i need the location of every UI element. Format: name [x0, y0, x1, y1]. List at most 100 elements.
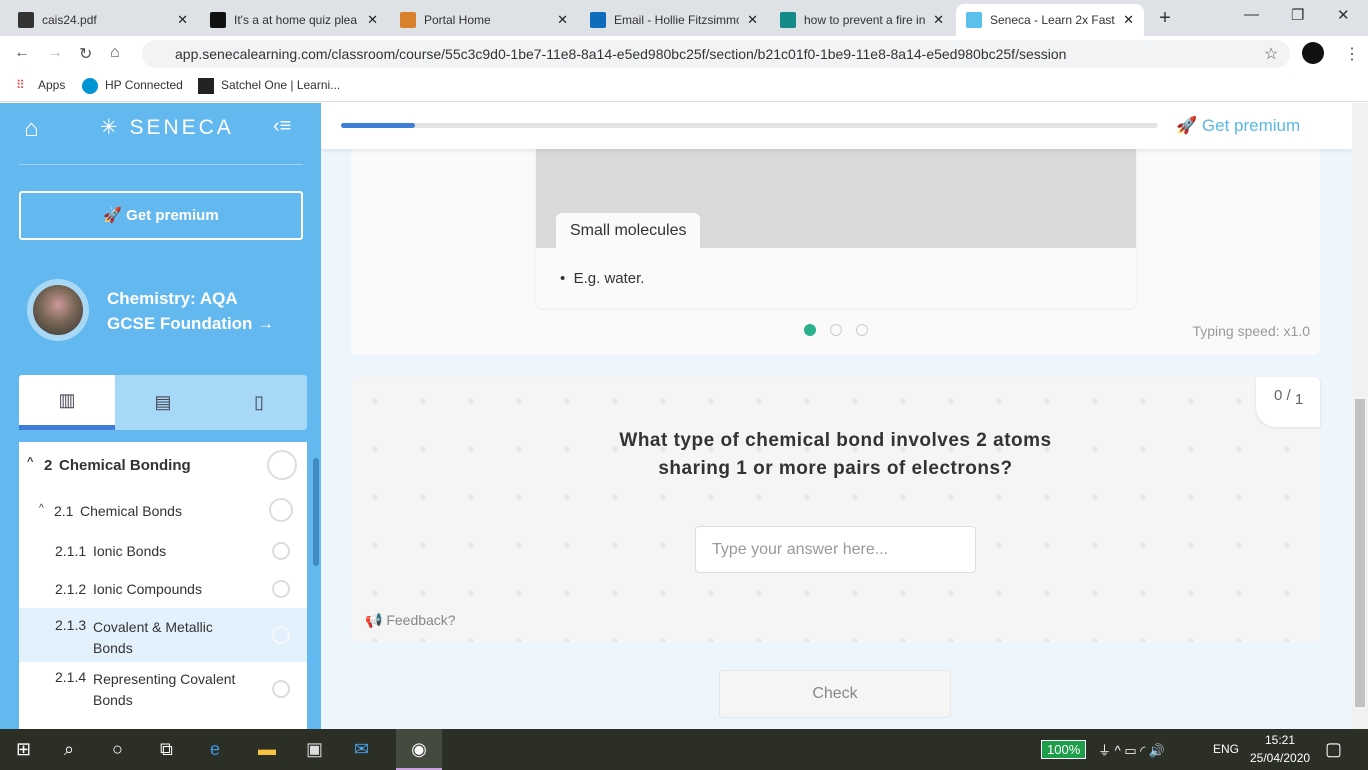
browser-tab[interactable]: Email - Hollie Fitzsimmo ✕: [580, 4, 768, 36]
divider: [19, 164, 303, 165]
battery-indicator[interactable]: 100%: [1041, 740, 1087, 759]
satchel-icon: [198, 78, 214, 94]
tree-item[interactable]: 2.1.1 Ionic Bonds: [19, 538, 307, 564]
bookmark-hp[interactable]: HP Connected: [105, 78, 183, 92]
progress-fill: [341, 123, 415, 128]
carousel-dot[interactable]: [804, 324, 816, 336]
session-topbar: 🚀 Get premium: [321, 103, 1352, 149]
address-bar[interactable]: app.senecalearning.com/classroom/course/…: [142, 40, 1290, 68]
browser-tab-bar: cais24.pdf ✕ It's a at home quiz plea ✕ Po…: [0, 0, 1368, 36]
close-tab-icon[interactable]: ✕: [177, 12, 188, 28]
megaphone-icon: 📢: [365, 612, 383, 628]
course-avatar: [27, 279, 89, 341]
progress-circle: [272, 542, 290, 560]
scrollbar-thumb[interactable]: [1355, 399, 1365, 707]
windows-taskbar: ⊞ ⌕ ○ ⧉ e ▬ ▣ ✉ ◉ 100% ⏚ ^ ▭ ◜ 🔊 ENG 15:…: [0, 729, 1368, 770]
card-label: Small molecules: [556, 213, 701, 248]
tree-item-selected[interactable]: 2.1.3 Covalent & Metallic Bonds: [19, 608, 307, 662]
apps-icon: ⠿: [16, 78, 25, 92]
browser-tab[interactable]: Portal Home ✕: [390, 4, 578, 36]
browser-tab-active[interactable]: Seneca - Learn 2x Faster ✕: [956, 4, 1144, 36]
clock-time[interactable]: 15:21: [1265, 733, 1295, 747]
sidebar-tabs: ▥ ▤ ▯: [19, 375, 307, 430]
clock-date[interactable]: 25/04/2020: [1250, 751, 1310, 765]
task-view-icon[interactable]: ⧉: [160, 739, 173, 760]
forward-icon[interactable]: →: [47, 44, 63, 62]
pdf-favicon-icon: [18, 12, 34, 28]
get-premium-button[interactable]: 🚀 Get premium: [19, 191, 303, 240]
progress-circle: [267, 450, 297, 480]
browser-toolbar: ← → ↻ ⌂ app.senecalearning.com/classroom…: [0, 36, 1368, 70]
tree-item-chapter[interactable]: ^ 2 Chemical Bonding: [19, 450, 307, 480]
session-progress-bar: [341, 123, 1158, 128]
collapse-menu-icon[interactable]: ‹≡: [273, 115, 291, 138]
tab-tests[interactable]: ▯: [211, 375, 307, 430]
bookmarks-bar: ⠿ Apps HP Connected Satchel One | Learni…: [0, 70, 1368, 102]
close-tab-icon[interactable]: ✕: [557, 12, 568, 28]
close-tab-icon[interactable]: ✕: [747, 12, 758, 28]
profile-avatar[interactable]: [1302, 42, 1324, 64]
carousel-dot[interactable]: [830, 324, 842, 336]
tree-item[interactable]: 2.1.2 Ionic Compounds: [19, 576, 307, 602]
close-window-button[interactable]: ✕: [1337, 6, 1350, 24]
course-title-link[interactable]: Chemistry: AQA GCSE Foundation →: [107, 286, 274, 336]
page-scrollbar[interactable]: [1352, 103, 1368, 729]
favicon-icon: [400, 12, 416, 28]
star-icon[interactable]: ☆: [1264, 44, 1278, 64]
new-tab-button[interactable]: +: [1153, 7, 1177, 29]
outlook-icon: [590, 12, 606, 28]
restore-button[interactable]: ❐: [1291, 6, 1304, 24]
start-icon[interactable]: ⊞: [16, 739, 31, 760]
minimize-button[interactable]: —: [1244, 6, 1259, 23]
carousel-dot[interactable]: [856, 324, 868, 336]
chrome-icon[interactable]: ◉: [396, 729, 442, 770]
get-premium-link[interactable]: 🚀 Get premium: [1176, 116, 1300, 136]
browser-tab[interactable]: cais24.pdf ✕: [8, 4, 198, 36]
language-indicator[interactable]: ENG: [1213, 742, 1239, 756]
mail-icon[interactable]: ✉: [354, 739, 369, 760]
tree-item-section[interactable]: ^ 2.1 Chemical Bonds: [19, 498, 307, 524]
tree-item[interactable]: 2.1.4 Representing Covalent Bonds: [19, 664, 307, 718]
carousel-dots: [804, 324, 868, 336]
progress-circle: [272, 680, 290, 698]
close-tab-icon[interactable]: ✕: [367, 12, 378, 28]
bookmark-apps[interactable]: Apps: [38, 78, 65, 92]
cortana-icon[interactable]: ○: [112, 739, 123, 760]
question-text: What type of chemical bond involves 2 at…: [619, 430, 1052, 479]
seneca-logo: ✳ SENECA: [100, 116, 234, 139]
question-card: 0 / 1 What type of chemical bond involve…: [351, 377, 1320, 642]
bing-icon: [780, 12, 796, 28]
edge-icon[interactable]: e: [210, 739, 220, 760]
notifications-icon[interactable]: ▢: [1325, 739, 1342, 760]
close-tab-icon[interactable]: ✕: [1123, 12, 1134, 28]
menu-icon[interactable]: ⋮: [1344, 44, 1360, 64]
close-tab-icon[interactable]: ✕: [933, 12, 944, 28]
sidebar: ⌂ ✳ SENECA ‹≡ 🚀 Get premium Chemistry: A…: [0, 103, 321, 729]
document-icon: ▯: [254, 392, 264, 412]
feedback-link[interactable]: 📢 Feedback?: [365, 612, 456, 629]
reload-icon[interactable]: ↻: [79, 44, 92, 64]
store-icon[interactable]: ▣: [306, 739, 323, 760]
bookmark-satchel[interactable]: Satchel One | Learni...: [221, 78, 340, 92]
tab-assignments[interactable]: ▤: [115, 375, 211, 430]
typing-speed[interactable]: Typing speed: x1.0: [1192, 323, 1310, 339]
search-icon[interactable]: ⌕: [64, 739, 74, 760]
section-tree: ^ 2 Chemical Bonding ^ 2.1 Chemical Bonds 2.…: [19, 442, 307, 729]
score-badge: 0 / 1: [1256, 377, 1320, 427]
session-area: 🚀 Get premium Small molecules • E.g. wat…: [321, 103, 1352, 729]
favicon-icon: [210, 12, 226, 28]
tray-icons[interactable]: ⏚ ^ ▭ ◜ 🔊: [1098, 740, 1165, 759]
home-icon[interactable]: ⌂: [24, 115, 39, 143]
calendar-icon: ▤: [154, 392, 172, 412]
hp-icon: [82, 78, 98, 94]
sidebar-scrollbar[interactable]: [313, 458, 319, 566]
home-icon[interactable]: ⌂: [110, 44, 120, 62]
check-button[interactable]: Check: [719, 670, 951, 718]
tab-library[interactable]: ▥: [19, 375, 115, 430]
browser-tab[interactable]: It's a at home quiz plea ✕: [200, 4, 388, 36]
browser-tab[interactable]: how to prevent a fire in ✕: [770, 4, 954, 36]
file-explorer-icon[interactable]: ▬: [258, 739, 276, 760]
progress-circle: [269, 498, 293, 522]
answer-input[interactable]: [695, 526, 976, 573]
back-icon[interactable]: ←: [14, 44, 30, 62]
